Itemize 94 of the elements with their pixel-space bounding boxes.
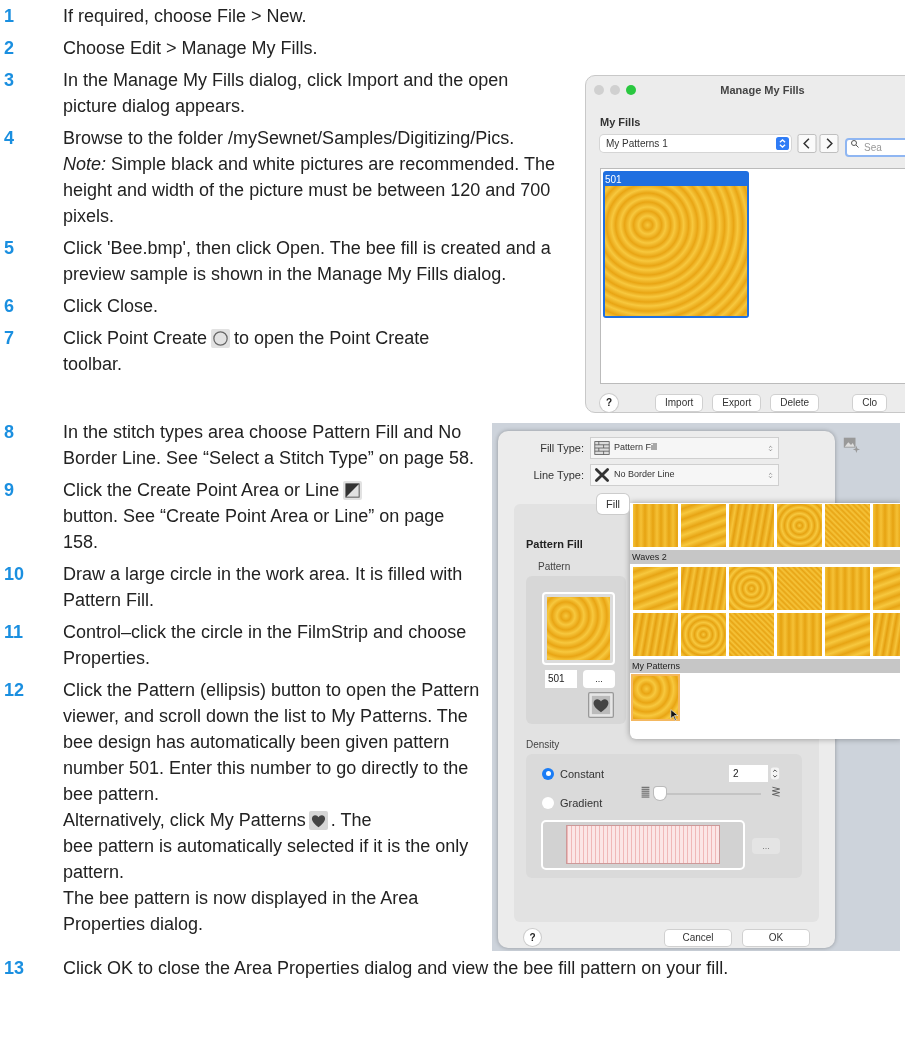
dialog-button[interactable]: Delete (771, 394, 819, 411)
pattern-tile[interactable] (777, 504, 822, 547)
density-field[interactable]: 2 (729, 764, 768, 782)
pattern-tile[interactable] (633, 567, 678, 610)
dialog-button[interactable]: Export (713, 394, 761, 411)
field-label: Pattern (538, 559, 572, 574)
pattern-tile[interactable] (681, 504, 726, 547)
step-number: 2 (3, 37, 15, 60)
help-button[interactable]: ? (600, 393, 618, 412)
step-text: In the stitch types area choose Pattern Fill and No Border Line. See “Select a Stitch Type” on page 58. (63, 421, 475, 470)
window-title: Manage My Fills (719, 82, 805, 98)
tab[interactable]: Fill (597, 494, 630, 514)
pattern-tile[interactable] (777, 613, 822, 656)
search-icon (850, 138, 860, 149)
pattern-tile[interactable] (729, 613, 774, 656)
dialog-button[interactable]: Cancel (665, 929, 731, 946)
fill-type-dropdown[interactable]: Pattern Fill (590, 437, 779, 459)
group-title: Pattern Fill (526, 537, 584, 552)
cursor-icon (669, 708, 681, 722)
step-number: 13 (3, 957, 26, 980)
pattern-tile[interactable] (681, 567, 726, 610)
step-number: 5 (3, 237, 15, 260)
section-label: My Fills (600, 115, 642, 130)
folder-dropdown[interactable]: My Patterns 1 (600, 134, 791, 152)
step-text: Alternatively, click My Patterns (63, 809, 306, 832)
step-text: Click 'Bee.bmp', then click Open. The bee fill is created and a preview sample is shown in the Manage My Fills dialog. (63, 237, 552, 286)
line-type-dropdown[interactable]: No Border Line (590, 464, 779, 486)
step-text: Note: Simple black and white pictures are recommended. The height and width of the picture must be between 120 and 700 pixels. (63, 153, 556, 228)
step-text: Click the Create Point Area or Line (63, 479, 340, 502)
image-icon[interactable] (842, 435, 860, 453)
step-number: 9 (3, 479, 15, 502)
slider-thumb[interactable] (654, 786, 666, 800)
pattern-tile[interactable] (681, 613, 726, 656)
step-number: 10 (3, 563, 26, 586)
step-text: bee pattern is automatically selected if it is the only pattern. (63, 835, 470, 884)
help-button[interactable]: ? (524, 929, 541, 946)
chevron-left-icon[interactable] (797, 133, 817, 153)
dialog-button[interactable]: OK (743, 929, 809, 946)
field-label: Density (526, 737, 561, 752)
step-text: toolbar. (63, 353, 124, 376)
circle-icon[interactable] (211, 328, 231, 348)
field-label: Line Type: (532, 467, 584, 483)
step-text: button. See “Create Point Area or Line” on page 158. (63, 505, 446, 554)
fill-tile[interactable]: 501 (603, 170, 749, 318)
step-text: Click Point Create (63, 327, 208, 350)
step-text: Browse to the folder /mySewnet/Samples/Digitizing/Pics. (63, 127, 516, 150)
pattern-tile[interactable] (825, 567, 870, 610)
pattern-tile[interactable] (777, 567, 822, 610)
group-header: My Patterns (630, 659, 900, 673)
step-text: Click Close. (63, 295, 160, 318)
step-text: . The (330, 809, 372, 832)
step-text: The bee pattern is now displayed in the Area Properties dialog. (63, 887, 420, 936)
step-number: 1 (3, 5, 15, 28)
step-number: 3 (3, 69, 15, 92)
cross-icon (594, 467, 610, 483)
step-text: Control–click the circle in the FilmStrip and choose Properties. (63, 621, 468, 670)
step-text: In the Manage My Fills dialog, click Import and the open picture dialog appears. (63, 69, 510, 118)
ellipsis-button[interactable]: ... (583, 669, 615, 688)
radio-button[interactable] (542, 767, 554, 780)
step-text: If required, choose File > New. (63, 5, 308, 28)
ellipsis-button: ... (752, 837, 780, 854)
radio-label: Gradient (560, 795, 603, 811)
chevron-right-icon[interactable] (819, 133, 839, 153)
pattern-tile[interactable] (825, 504, 870, 547)
step-text: Click OK to close the Area Properties dialog and view the bee fill pattern on your fill. (63, 957, 730, 980)
area-icon[interactable] (343, 480, 363, 500)
step-number: 7 (3, 327, 15, 350)
stepper-icon (776, 136, 789, 150)
dialog-button[interactable]: Clo (853, 394, 887, 411)
brick-icon (594, 440, 610, 456)
step-number: 8 (3, 421, 15, 444)
step-number: 6 (3, 295, 15, 318)
search-field[interactable]: Sea (845, 137, 905, 157)
step-number: 11 (3, 621, 25, 644)
field-label: Fill Type: (539, 440, 584, 456)
group-header: Waves 2 (630, 550, 900, 564)
step-text: Choose Edit > Manage My Fills. (63, 37, 319, 60)
step-number: 12 (3, 679, 26, 702)
pattern-tile[interactable] (633, 504, 678, 547)
pattern-number-field[interactable]: 501 (545, 669, 577, 688)
radio-label: Constant (560, 766, 605, 782)
stepper-icon (766, 443, 775, 453)
pattern-tile[interactable] (729, 567, 774, 610)
radio-button[interactable] (542, 796, 554, 809)
step-text: to open the Point Create (234, 327, 430, 350)
pattern-tile[interactable] (729, 504, 774, 547)
dialog-button[interactable]: Import (656, 394, 703, 411)
pattern-tile[interactable] (633, 613, 678, 656)
step-text: Click the Pattern (ellipsis) button to open the Pattern viewer, and scroll down the list to My Patterns. The bee design has automatically been given pattern number 501. Enter this number to go directly to the bee pattern. (63, 679, 480, 806)
pattern-tile[interactable] (633, 676, 678, 719)
pattern-tile[interactable] (825, 613, 870, 656)
step-text: Draw a large circle in the work area. It is filled with Pattern Fill. (63, 563, 464, 612)
stepper-icon (766, 470, 775, 480)
step-number: 4 (3, 127, 15, 150)
